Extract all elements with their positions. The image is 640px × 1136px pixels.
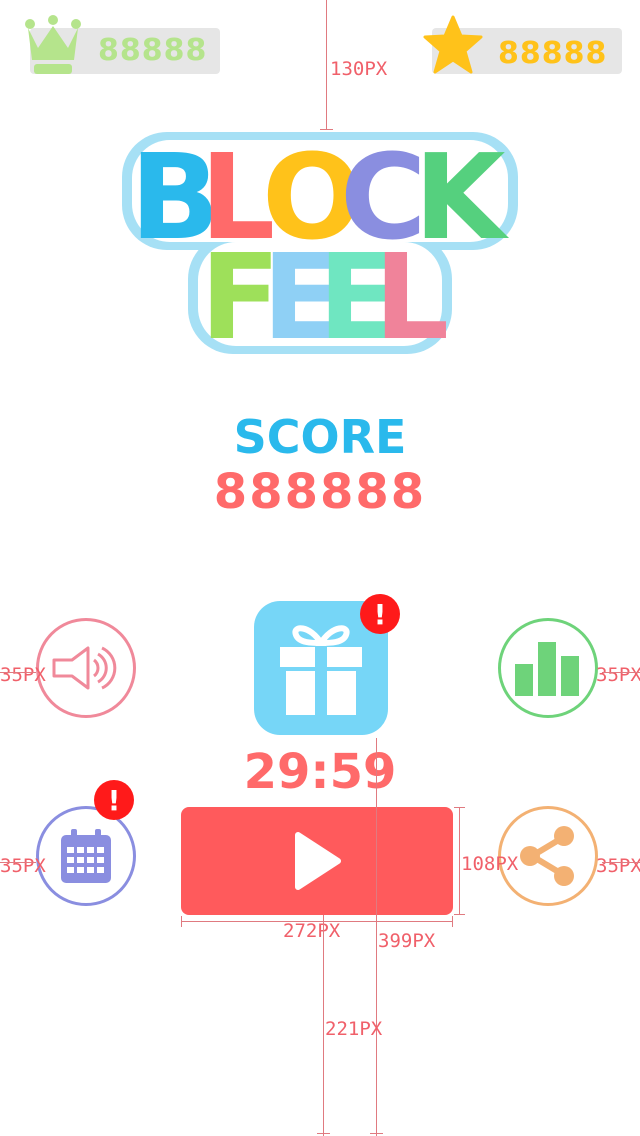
- measure-tick-play-bottom: [454, 914, 465, 915]
- calendar-alert-badge: !: [94, 780, 134, 820]
- measure-label-left-top: 35PX: [0, 664, 46, 686]
- measure-line-bottom-gap: [323, 915, 324, 1136]
- measure-line-left-top: [0, 672, 36, 673]
- measure-label-left-bottom: 35PX: [0, 855, 46, 877]
- measure-label-play-width: 272PX: [283, 920, 341, 942]
- logo-letter-e2: E: [318, 228, 399, 366]
- logo-letter-l2: L: [374, 228, 450, 366]
- measure-line-right-bottom: [602, 862, 640, 863]
- measure-tick-width-left: [181, 916, 182, 927]
- measure-label-right-offset: 399PX: [378, 930, 436, 952]
- logo-letter-b: B: [130, 128, 220, 266]
- measure-line-play-height: [459, 807, 460, 915]
- measure-label-play-height: 108PX: [461, 853, 519, 875]
- play-icon: [295, 832, 341, 890]
- best-score-value: 88888: [98, 33, 208, 68]
- calendar-icon: [61, 829, 111, 883]
- measure-line-right-offset: [376, 738, 377, 1136]
- leaderboard-button[interactable]: [498, 618, 598, 718]
- star-icon: [422, 14, 484, 76]
- sound-button[interactable]: [36, 618, 136, 718]
- stars-value: 88888: [498, 36, 608, 71]
- measure-line-left-bottom: [0, 862, 36, 863]
- measure-label-bottom-gap: 221PX: [325, 1018, 383, 1040]
- bar-chart-icon: [515, 642, 579, 696]
- play-button[interactable]: [181, 807, 453, 915]
- measure-tick-bottom-right: [370, 1133, 383, 1134]
- measure-tick-play-top: [454, 807, 465, 808]
- logo-letter-e1: E: [262, 228, 343, 366]
- measure-label-right-bottom: 35PX: [596, 855, 640, 877]
- measure-line-right-top: [602, 672, 640, 673]
- measure-tick-width-right: [452, 916, 453, 927]
- measure-tick-bottom: [317, 1133, 330, 1134]
- score-value: 888888: [213, 464, 427, 520]
- speaker-icon: [52, 646, 117, 690]
- crown-icon: [22, 14, 84, 76]
- measure-line-top: [326, 0, 327, 130]
- gift-alert-badge: !: [360, 594, 400, 634]
- measure-label-right-top: 35PX: [596, 664, 640, 686]
- score-label: SCORE: [233, 410, 407, 464]
- share-icon: [520, 826, 574, 886]
- calendar-button[interactable]: [36, 806, 136, 906]
- logo-letter-f: F: [200, 228, 281, 366]
- measure-label-top: 130PX: [330, 58, 388, 80]
